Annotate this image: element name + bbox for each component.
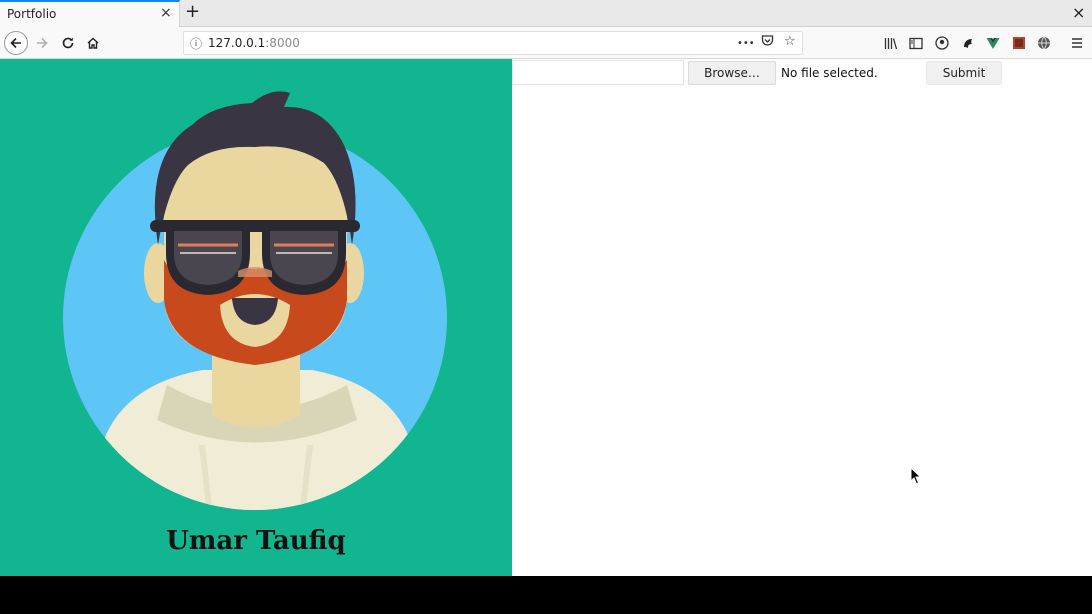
reload-icon (62, 37, 74, 49)
profile-panel: Umar Taufiq (0, 59, 512, 576)
reload-button[interactable] (56, 31, 80, 55)
mouse-cursor-icon (910, 467, 922, 485)
extension-globe-icon[interactable] (1036, 35, 1052, 51)
url-port: :8000 (265, 36, 300, 50)
bookmark-star-icon[interactable]: ☆ (784, 34, 796, 49)
info-icon[interactable]: ⓘ (190, 35, 202, 52)
url-host: 127.0.0.1 (208, 36, 266, 50)
avatar-illustration (63, 91, 447, 510)
page-actions-icon[interactable]: ••• (737, 38, 755, 49)
window-close-button[interactable]: × (1072, 3, 1085, 22)
person-name: Umar Taufiq (166, 526, 346, 556)
browser-window: Portfolio × + × ⓘ 127.0.0.1:8000 ••• ☆ U… (0, 0, 1092, 614)
menu-icon[interactable] (1069, 35, 1085, 51)
upload-panel: Browse… No file selected. Submit (512, 59, 1092, 576)
tab-strip: Portfolio × + × (0, 0, 1092, 27)
submit-button[interactable]: Submit (926, 61, 1002, 85)
url-text[interactable]: 127.0.0.1:8000 (208, 36, 300, 50)
page-content: Umar Taufiq Browse… No file selected. Su… (0, 59, 1092, 576)
home-icon (87, 37, 99, 49)
text-input[interactable] (512, 60, 684, 85)
file-status-label: No file selected. (781, 66, 878, 80)
extension-icon[interactable] (960, 35, 976, 51)
back-button[interactable] (4, 31, 28, 55)
forward-icon (37, 37, 48, 49)
vue-devtools-icon[interactable] (985, 35, 1001, 51)
tab-title: Portfolio (7, 7, 57, 21)
tab-close-icon[interactable]: × (160, 5, 172, 21)
navigation-toolbar: ⓘ 127.0.0.1:8000 ••• ☆ (0, 27, 1092, 59)
pocket-icon[interactable] (761, 34, 774, 51)
account-icon[interactable] (934, 35, 950, 51)
sidebar-icon[interactable] (908, 35, 924, 51)
bottom-black-bar (0, 576, 1092, 614)
forward-button[interactable] (30, 31, 54, 55)
library-icon[interactable] (883, 35, 899, 51)
home-button[interactable] (81, 31, 105, 55)
extension-square-icon[interactable] (1011, 35, 1027, 51)
new-tab-button[interactable]: + (185, 1, 200, 22)
url-bar[interactable]: ⓘ 127.0.0.1:8000 ••• ☆ (183, 31, 803, 55)
browse-button[interactable]: Browse… (688, 61, 776, 85)
back-icon (10, 37, 21, 49)
tab-portfolio[interactable]: Portfolio × (0, 0, 180, 27)
